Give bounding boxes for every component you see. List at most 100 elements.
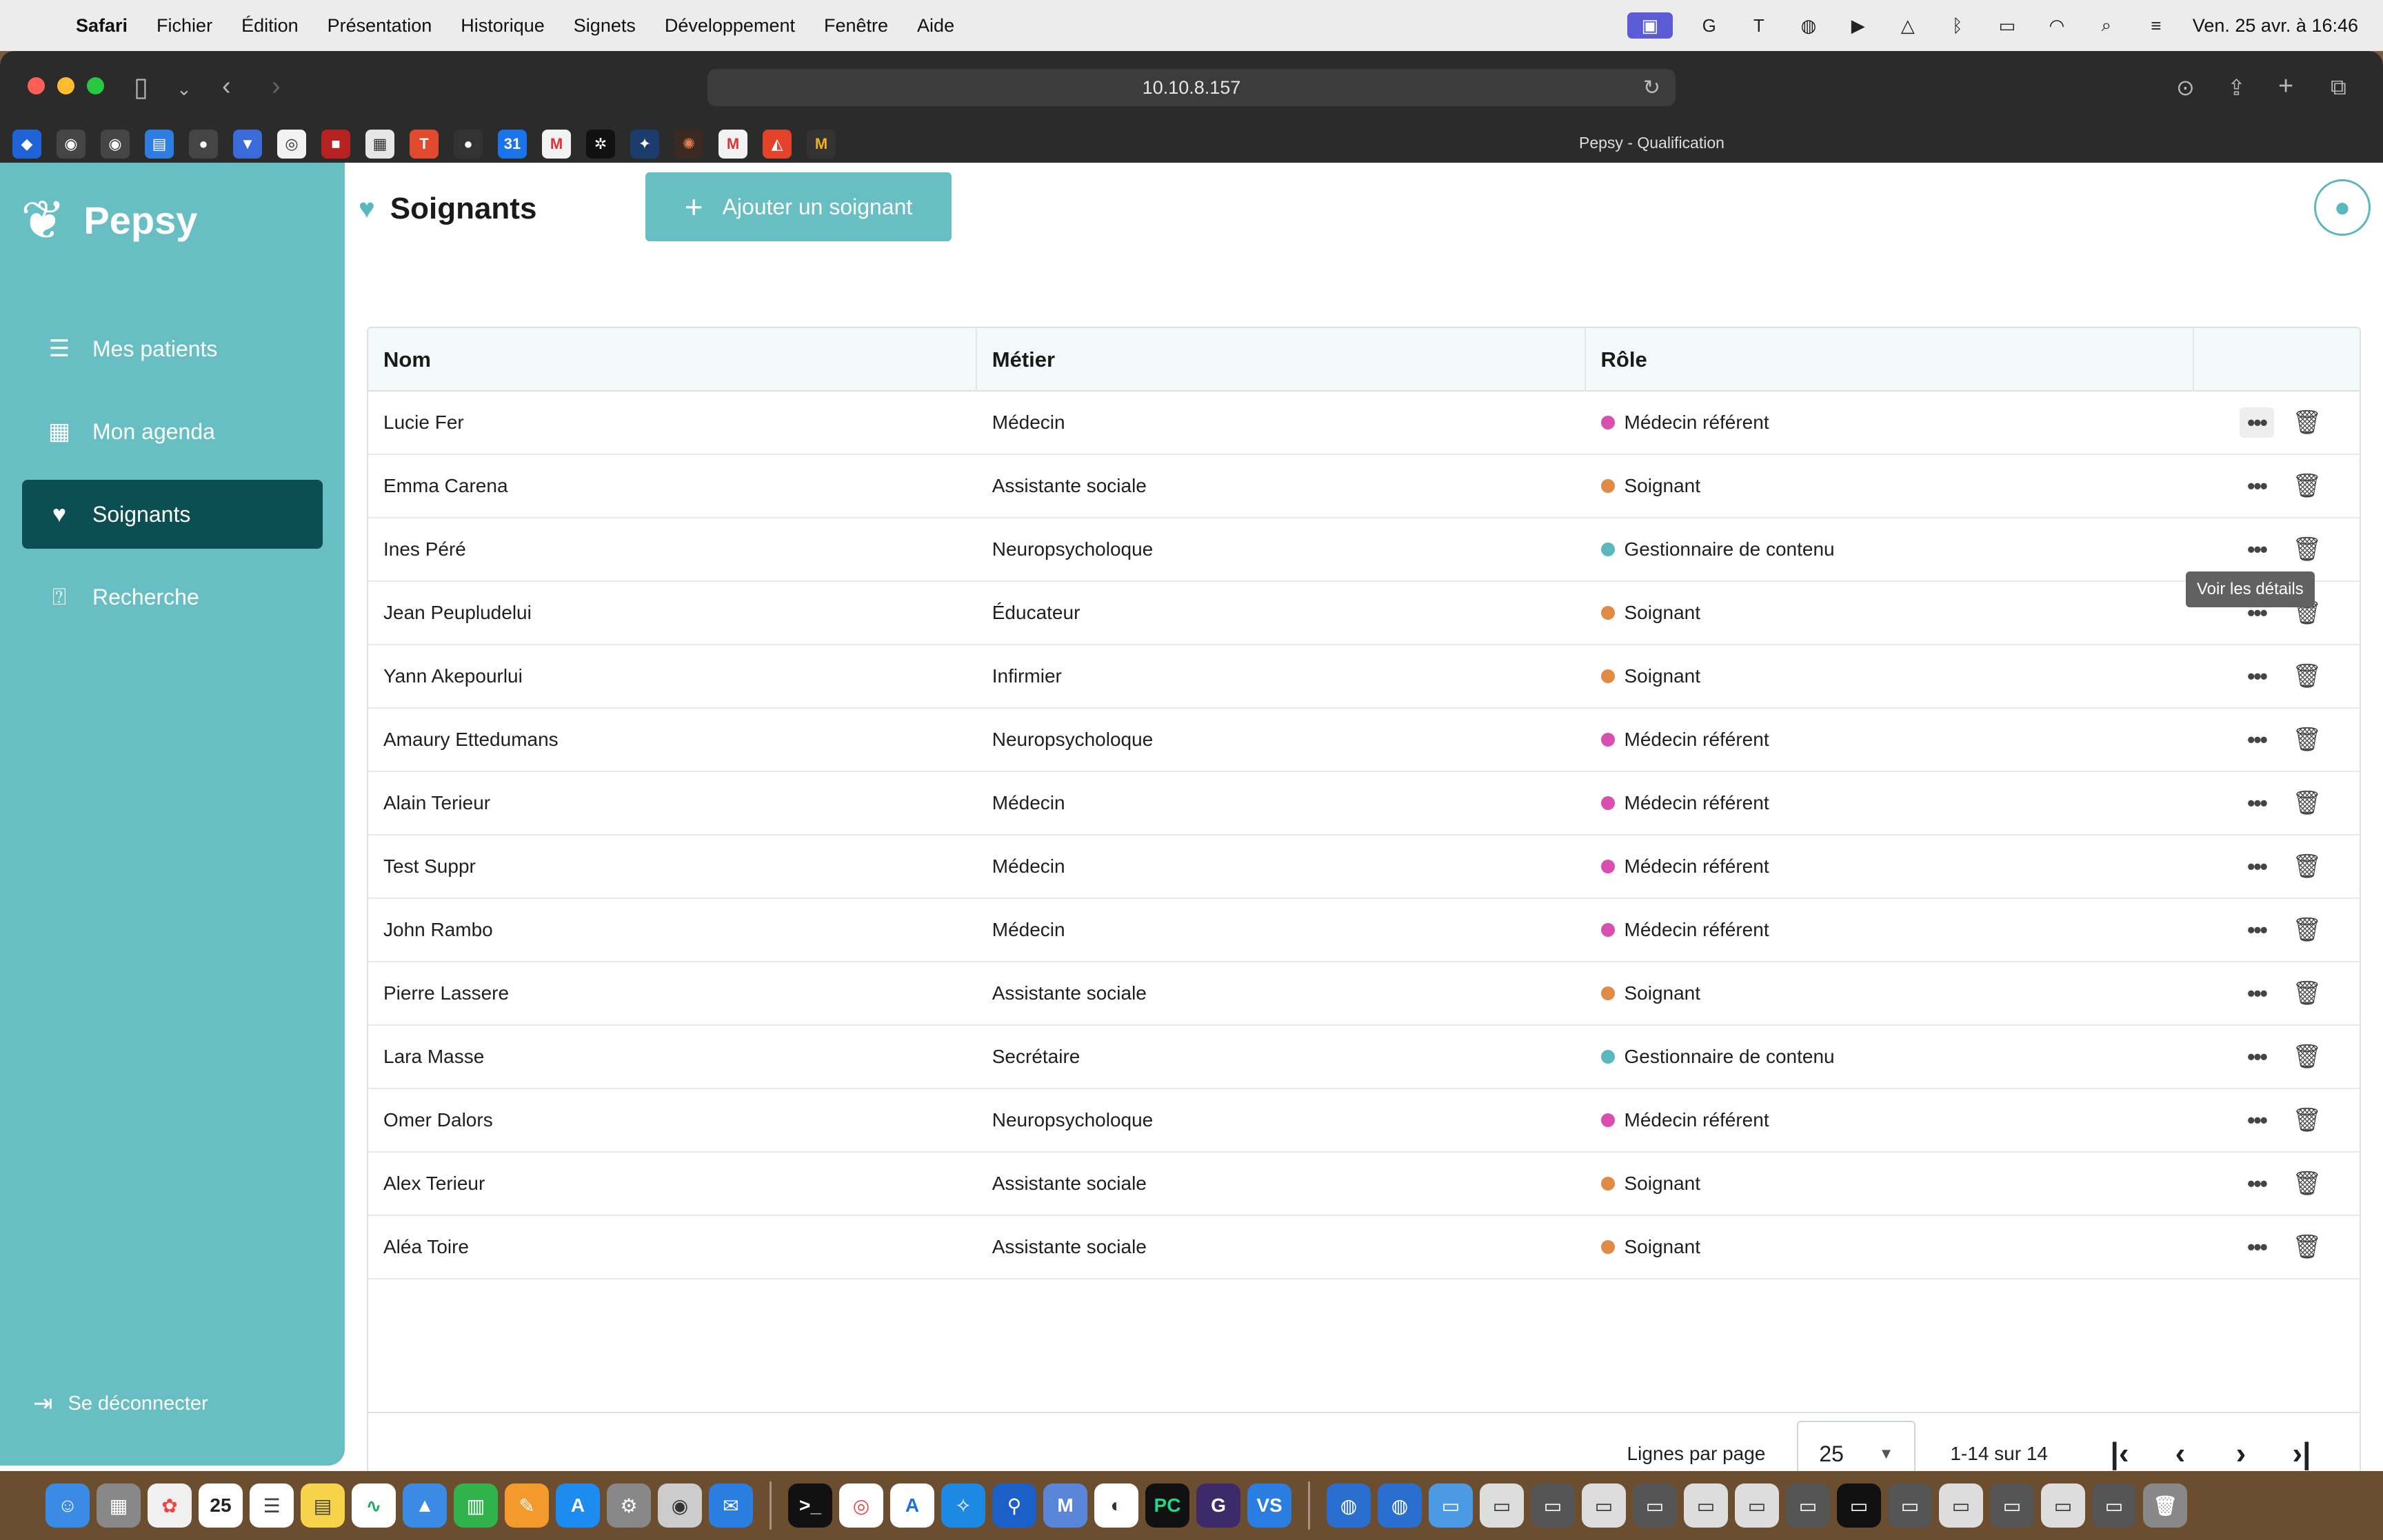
nav-item-recherche[interactable]: ⍰ Recherche <box>22 563 323 631</box>
bookmark-openai-icon[interactable]: ✲ <box>586 130 615 159</box>
add-caregiver-button[interactable]: + Ajouter un soignant <box>645 172 952 241</box>
bookmark-trello-icon[interactable]: T <box>410 130 439 159</box>
bookmark-app-icon[interactable]: M <box>807 130 836 159</box>
numbers-icon[interactable]: ▥ <box>454 1483 498 1528</box>
system-settings-icon[interactable]: ⚙ <box>607 1483 651 1528</box>
tab-title[interactable]: Pepsy - Qualification <box>1579 134 1725 152</box>
bookmark-claude-icon[interactable]: ✺ <box>674 130 703 159</box>
bookmark-github-icon[interactable]: ◉ <box>101 130 130 159</box>
column-header-nom[interactable]: Nom <box>368 328 977 392</box>
app-icon[interactable]: ◉ <box>658 1483 702 1528</box>
reload-icon[interactable]: ↻ <box>1643 76 1660 100</box>
wifi-icon[interactable]: ◠ <box>2044 12 2070 39</box>
close-window-button[interactable] <box>28 77 45 94</box>
delete-trash-icon[interactable]: 🗑 <box>2292 915 2322 945</box>
bookmark-gmail-icon[interactable]: M <box>718 130 747 159</box>
notes-icon[interactable]: ▤ <box>301 1483 345 1528</box>
menu-app-name[interactable]: Safari <box>76 15 128 37</box>
more-options-icon[interactable]: ••• <box>2240 1232 2274 1262</box>
bookmark-gmail-icon[interactable]: M <box>542 130 571 159</box>
delete-trash-icon[interactable]: 🗑 <box>2292 725 2322 755</box>
globe-icon[interactable]: ◍ <box>1378 1483 1422 1528</box>
window-thumbnail-icon[interactable]: ▭ <box>1531 1483 1575 1528</box>
photos-icon[interactable]: ✿ <box>148 1483 192 1528</box>
window-thumbnail-icon[interactable]: ▭ <box>1837 1483 1881 1528</box>
table-row[interactable]: Yann Akepourlui Infirmier Soignant ••• 🗑 <box>368 645 2360 709</box>
bookmark-jira-icon[interactable]: ◆ <box>12 130 41 159</box>
bookmark-apple-icon[interactable]: ● <box>454 130 483 159</box>
new-tab-icon[interactable]: + <box>2278 72 2293 101</box>
rows-per-page-select[interactable]: 25 ▼ <box>1797 1421 1916 1471</box>
zoom-window-button[interactable] <box>87 77 104 94</box>
sidebar-toggle-icon[interactable]: ▯ <box>134 72 148 103</box>
table-row[interactable]: Jean Peupludelui Éducateur Soignant ••• 🗑 <box>368 582 2360 645</box>
more-options-icon[interactable]: ••• <box>2240 851 2274 882</box>
delete-trash-icon[interactable]: 🗑 <box>2292 1232 2322 1262</box>
launchpad-icon[interactable]: ▦ <box>97 1483 141 1528</box>
network-icon[interactable]: ◍ <box>1796 12 1822 39</box>
previous-page-button[interactable]: ‹ <box>2150 1424 2211 1471</box>
table-row[interactable]: Alex Terieur Assistante sociale Soignant ••… <box>368 1153 2360 1216</box>
battery-icon[interactable]: ▭ <box>1994 12 2020 39</box>
chevron-down-icon[interactable]: ⌄ <box>177 79 192 100</box>
menu-clock[interactable]: Ven. 25 avr. à 16:46 <box>2193 15 2358 37</box>
safari-icon[interactable]: ✧ <box>941 1483 985 1528</box>
column-header-role[interactable]: Rôle <box>1586 328 2195 392</box>
menu-edition[interactable]: Édition <box>241 15 299 37</box>
window-thumbnail-icon[interactable]: ▭ <box>1990 1483 2034 1528</box>
bookmark-docker-icon[interactable]: ▤ <box>145 130 174 159</box>
folder-icon[interactable]: ▭ <box>1429 1483 1473 1528</box>
logout-button[interactable]: ⇥ Se déconnecter <box>33 1390 208 1417</box>
window-thumbnail-icon[interactable]: ▭ <box>1786 1483 1830 1528</box>
more-options-icon[interactable]: ••• <box>2240 1105 2274 1135</box>
window-thumbnail-icon[interactable]: ▭ <box>1939 1483 1983 1528</box>
window-thumbnail-icon[interactable]: ▭ <box>1633 1483 1677 1528</box>
more-options-icon[interactable]: ••• <box>2240 978 2274 1009</box>
bookmark-gemini-icon[interactable]: ✦ <box>630 130 659 159</box>
delete-trash-icon[interactable]: 🗑 <box>2292 534 2322 565</box>
delete-trash-icon[interactable]: 🗑 <box>2292 1168 2322 1199</box>
table-row[interactable]: Lucie Fer Médecin Médecin référent ••• 🗑 <box>368 392 2360 455</box>
delete-trash-icon[interactable]: 🗑 <box>2292 978 2322 1009</box>
more-options-icon[interactable]: ••• <box>2240 471 2274 501</box>
delete-trash-icon[interactable]: 🗑 <box>2292 1105 2322 1135</box>
table-row[interactable]: Pierre Lassere Assistante sociale Soignant… <box>368 962 2360 1026</box>
window-thumbnail-icon[interactable]: ▭ <box>1582 1483 1626 1528</box>
minimize-window-button[interactable] <box>57 77 74 94</box>
grammarly-icon[interactable]: G <box>1696 12 1722 39</box>
play-icon[interactable]: ▶ <box>1845 12 1871 39</box>
delete-trash-icon[interactable]: 🗑 <box>2292 1042 2322 1072</box>
more-options-icon[interactable]: ••• <box>2240 788 2274 818</box>
delete-trash-icon[interactable]: 🗑 <box>2292 407 2322 438</box>
delete-trash-icon[interactable]: 🗑 <box>2292 851 2322 882</box>
downloads-icon[interactable]: ⊙ <box>2176 74 2195 101</box>
menu-fenetre[interactable]: Fenêtre <box>824 15 888 37</box>
table-row[interactable]: John Rambo Médecin Médecin référent ••• 🗑 <box>368 899 2360 962</box>
nav-item-soignants[interactable]: ♥ Soignants <box>22 480 323 549</box>
app-icon[interactable]: ✉ <box>709 1483 753 1528</box>
nav-item-mon-agenda[interactable]: ▦ Mon agenda <box>22 397 323 466</box>
finder-icon[interactable]: ☺ <box>46 1483 90 1528</box>
bookmark-site-icon[interactable]: ◎ <box>277 130 306 159</box>
app-store-icon[interactable]: A <box>556 1483 600 1528</box>
menu-signets[interactable]: Signets <box>574 15 636 37</box>
xcode-instruments-icon[interactable]: A <box>890 1483 934 1528</box>
tab-overview-icon[interactable]: ⧉ <box>2331 74 2346 101</box>
menu-historique[interactable]: Historique <box>461 15 545 37</box>
share-icon[interactable]: ⇪ <box>2227 74 2246 101</box>
menu-fichier[interactable]: Fichier <box>157 15 212 37</box>
freeform-icon[interactable]: ∿ <box>352 1483 396 1528</box>
globe-icon[interactable]: ◍ <box>1327 1483 1371 1528</box>
next-page-button[interactable]: › <box>2211 1424 2271 1471</box>
window-thumbnail-icon[interactable]: ▭ <box>1684 1483 1728 1528</box>
screen-share-icon[interactable]: ▣ <box>1627 12 1673 39</box>
menu-presentation[interactable]: Présentation <box>328 15 432 37</box>
more-options-icon[interactable]: ••• <box>2240 725 2274 755</box>
trash-bin-icon[interactable]: 🗑 <box>2143 1483 2187 1528</box>
table-row[interactable]: Alain Terieur Médecin Médecin référent ••• 🗑 <box>368 772 2360 835</box>
bookmark-page-icon[interactable]: ▦ <box>365 130 394 159</box>
bookmark-profile-icon[interactable]: ● <box>189 130 218 159</box>
bookmark-calendar-icon[interactable]: 31 <box>498 130 527 159</box>
window-thumbnail-icon[interactable]: ▭ <box>2092 1483 2136 1528</box>
table-row[interactable]: Lara Masse Secrétaire Gestionnaire de cont… <box>368 1026 2360 1089</box>
